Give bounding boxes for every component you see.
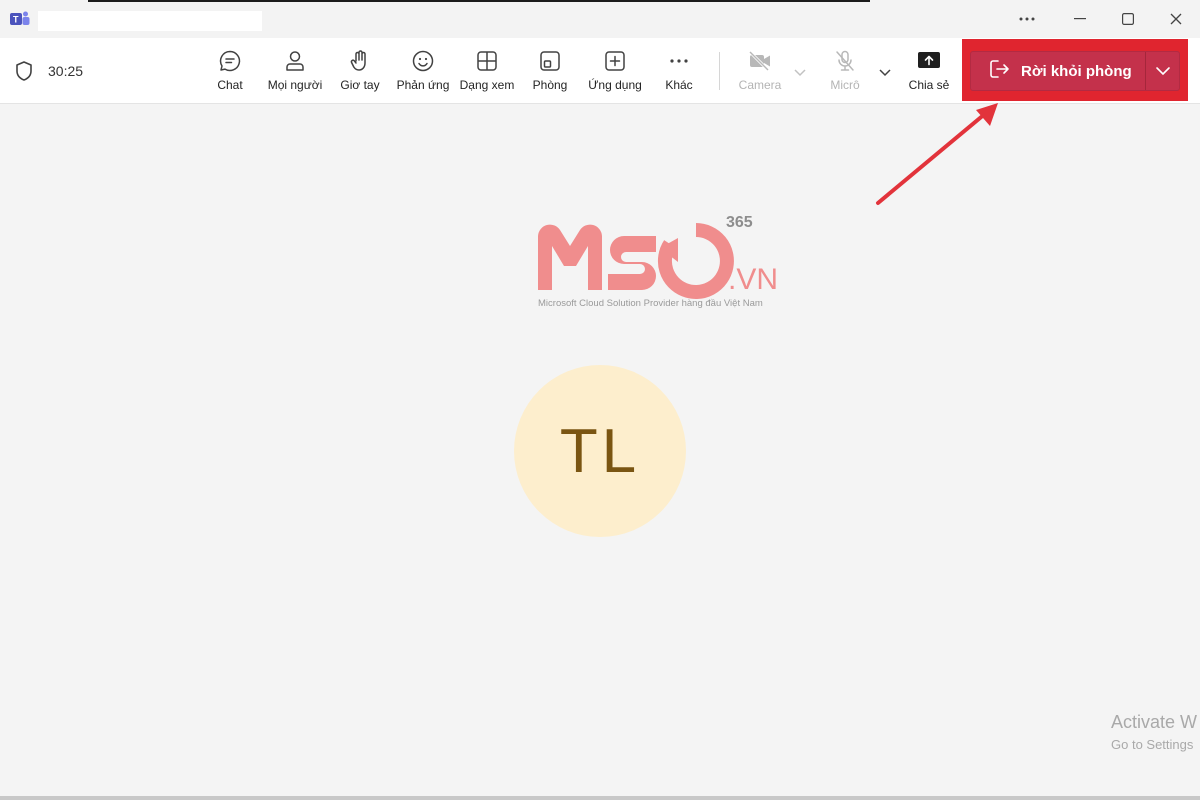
share-label: Chia sẻ <box>908 78 950 92</box>
leave-main-action[interactable]: Rời khỏi phòng <box>971 52 1146 90</box>
activation-line-2: Go to Settings <box>1111 737 1194 752</box>
close-icon[interactable] <box>1164 8 1188 30</box>
chat-label: Chat <box>217 78 243 92</box>
leave-icon <box>989 59 1011 84</box>
watermark-vn: .VN <box>728 263 778 296</box>
mic-label: Micrô <box>830 78 860 92</box>
participant-initials: TL <box>559 416 641 486</box>
mic-options-chevron-icon[interactable] <box>878 64 892 77</box>
react-label: Phản ứng <box>396 78 450 92</box>
window-bottom-edge <box>0 796 1200 800</box>
raise-hand-icon <box>347 48 373 74</box>
window-title-field <box>38 11 262 31</box>
svg-text:T: T <box>13 15 19 25</box>
activation-line-1: Activate W <box>1111 712 1198 732</box>
leave-label: Rời khỏi phòng <box>1021 62 1132 80</box>
apps-icon <box>602 48 628 74</box>
shield-icon <box>14 60 34 82</box>
teams-logo-icon: T <box>10 10 30 28</box>
more-options-window-icon[interactable] <box>1015 8 1039 30</box>
chat-icon <box>217 48 243 74</box>
camera-off-icon <box>747 48 773 74</box>
camera-options-chevron-icon[interactable] <box>793 64 807 77</box>
leave-options-chevron-icon[interactable] <box>1146 52 1179 90</box>
windows-activation-notice: Activate W Go to Settings <box>1111 712 1197 752</box>
camera-button[interactable]: Camera <box>734 48 786 98</box>
meeting-timer: 30:25 <box>48 63 84 79</box>
minimize-icon[interactable] <box>1068 8 1092 30</box>
watermark-tagline: Microsoft Cloud Solution Provider hàng đ… <box>538 298 763 309</box>
chat-button[interactable]: Chat <box>212 48 248 98</box>
mic-button[interactable]: Micrô <box>824 48 866 98</box>
more-button[interactable]: Khác <box>660 48 698 98</box>
raise-hand-label: Giơ tay <box>340 78 380 92</box>
title-bar-edge <box>88 0 870 2</box>
people-icon <box>282 48 308 74</box>
raise-hand-button[interactable]: Giơ tay <box>336 48 384 98</box>
participant-avatar: TL <box>514 365 686 537</box>
maximize-icon[interactable] <box>1116 8 1140 30</box>
view-button[interactable]: Dạng xem <box>456 48 518 98</box>
more-icon <box>666 48 692 74</box>
rooms-button[interactable]: Phòng <box>530 48 570 98</box>
rooms-label: Phòng <box>532 78 568 92</box>
rooms-icon <box>537 48 563 74</box>
mic-off-icon <box>832 48 858 74</box>
react-icon <box>410 48 436 74</box>
people-button[interactable]: Mọi người <box>262 48 328 98</box>
react-button[interactable]: Phản ứng <box>394 48 452 98</box>
share-button[interactable]: Chia sẻ <box>906 48 952 98</box>
camera-label: Camera <box>738 78 782 92</box>
apps-button[interactable]: Ứng dụng <box>584 48 646 98</box>
more-label: Khác <box>665 78 693 92</box>
title-bar: T <box>0 0 1200 38</box>
view-label: Dạng xem <box>459 78 515 92</box>
view-icon <box>474 48 500 74</box>
apps-label: Ứng dụng <box>588 78 642 92</box>
people-label: Mọi người <box>267 78 323 92</box>
share-icon <box>916 48 942 74</box>
toolbar-divider <box>719 52 720 90</box>
leave-button[interactable]: Rời khỏi phòng <box>970 51 1180 91</box>
watermark-365: 365 <box>726 214 753 231</box>
